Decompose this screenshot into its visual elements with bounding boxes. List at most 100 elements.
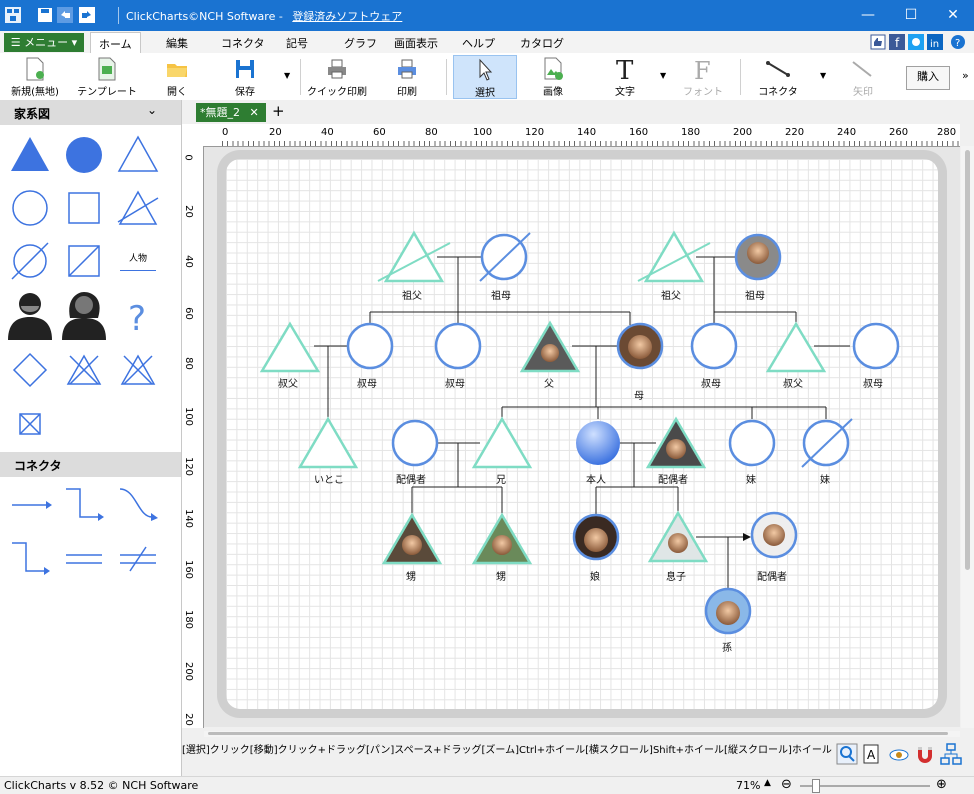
- vertical-scrollbar[interactable]: [961, 146, 974, 728]
- canvas-area[interactable]: 祖父 祖母 祖父 祖母 叔父 叔母 叔母 父 母 叔母 叔父 叔母 いとこ 配偶…: [204, 147, 960, 727]
- person-father[interactable]: 父: [519, 320, 581, 390]
- deceased-square-shape[interactable]: [62, 239, 106, 283]
- chevron-down-icon[interactable]: ⌄: [147, 103, 157, 117]
- person-label-shape[interactable]: 人物: [116, 245, 160, 277]
- filled-triangle-shape[interactable]: [8, 133, 52, 177]
- person-daughter[interactable]: 娘: [572, 513, 620, 583]
- text-button[interactable]: T 文字: [602, 55, 648, 99]
- help-icon[interactable]: ?: [950, 34, 966, 50]
- person-aunt-3[interactable]: 叔母: [690, 322, 738, 390]
- person-sister-2[interactable]: 妹: [801, 418, 853, 486]
- filled-circle-shape[interactable]: [62, 133, 106, 177]
- tab-symbol[interactable]: 記号: [286, 35, 308, 51]
- zoom-out-icon[interactable]: ⊖: [781, 777, 792, 792]
- square-shape[interactable]: [62, 186, 106, 230]
- registered-link[interactable]: 登録済みソフトウェア: [292, 10, 402, 23]
- person-son[interactable]: 息子: [647, 510, 709, 583]
- person-nephew-1[interactable]: 甥: [381, 512, 443, 583]
- person-brother[interactable]: 兄: [471, 416, 533, 486]
- tab-graph[interactable]: グラフ: [344, 35, 377, 51]
- select-tool-button[interactable]: 選択: [453, 55, 517, 99]
- divorce-line-connector[interactable]: [116, 537, 160, 581]
- facebook-icon[interactable]: f: [889, 34, 905, 50]
- save-dropdown-icon[interactable]: ▼: [284, 71, 290, 80]
- twitter-icon[interactable]: [908, 34, 924, 50]
- zoom-search-icon[interactable]: [836, 743, 858, 765]
- template-button[interactable]: テンプレート: [76, 55, 138, 99]
- save-icon[interactable]: [36, 6, 54, 24]
- male-avatar-shape[interactable]: [4, 288, 56, 340]
- person-grandfather-2[interactable]: 祖父: [637, 230, 711, 302]
- buy-button[interactable]: 購入: [906, 66, 950, 90]
- stillbirth-triangle-shape[interactable]: [62, 348, 106, 392]
- open-button[interactable]: 開く: [154, 55, 200, 99]
- scroll-thumb[interactable]: [965, 150, 970, 570]
- family-tree-diagram[interactable]: 祖父 祖母 祖父 祖母 叔父 叔母 叔母 父 母 叔母 叔父 叔母 いとこ 配偶…: [204, 147, 960, 727]
- circle-shape[interactable]: [8, 186, 52, 230]
- add-tab-button[interactable]: +: [272, 102, 285, 120]
- tab-view[interactable]: 画面表示: [394, 35, 438, 51]
- double-line-connector[interactable]: [62, 537, 106, 581]
- deceased-circle-shape[interactable]: [8, 239, 52, 283]
- like-icon[interactable]: [870, 34, 886, 50]
- person-grandmother-1[interactable]: 祖母: [479, 232, 531, 302]
- person-grandchild[interactable]: 孫: [704, 587, 752, 654]
- connector-button[interactable]: コネクタ: [752, 55, 804, 99]
- close-button[interactable]: ✕: [930, 0, 974, 31]
- text-frame-icon[interactable]: A: [862, 743, 884, 765]
- document-tab[interactable]: *無題_2 ✕: [196, 103, 266, 122]
- crossed-triangle-shape[interactable]: [116, 348, 160, 392]
- horizontal-scroll-thumb[interactable]: [208, 732, 948, 735]
- tab-connector[interactable]: コネクタ: [221, 35, 265, 51]
- person-mother[interactable]: 母: [616, 322, 664, 402]
- quick-print-button[interactable]: クイック印刷: [306, 55, 368, 99]
- elbow-arrow-connector[interactable]: [62, 483, 106, 527]
- person-uncle-1[interactable]: 叔父: [259, 321, 321, 390]
- person-uncle-2[interactable]: 叔父: [765, 321, 827, 390]
- person-son-spouse[interactable]: 配偶者: [750, 511, 798, 583]
- layout-tree-icon[interactable]: [940, 743, 962, 765]
- connector-header[interactable]: コネクタ: [0, 452, 181, 477]
- close-tab-icon[interactable]: ✕: [250, 106, 259, 119]
- save-button[interactable]: 保存: [222, 55, 268, 99]
- zoom-slider-thumb[interactable]: [812, 779, 820, 793]
- menu-button[interactable]: ☰ メニュー ▾: [4, 33, 84, 52]
- elbow-down-connector[interactable]: [8, 537, 52, 581]
- connector-dropdown-icon[interactable]: ▼: [820, 71, 826, 80]
- tab-edit[interactable]: 編集: [166, 35, 188, 51]
- female-avatar-shape[interactable]: [58, 288, 110, 340]
- maximize-button[interactable]: ☐: [888, 0, 934, 31]
- crossed-square-shape[interactable]: [8, 402, 52, 446]
- diamond-shape[interactable]: [8, 348, 52, 392]
- zoom-menu-icon[interactable]: ▲: [764, 778, 771, 788]
- person-grandfather-1[interactable]: 祖父: [377, 230, 451, 302]
- new-button[interactable]: 新規(無地): [4, 55, 66, 99]
- eye-icon[interactable]: [888, 743, 910, 765]
- triangle-shape[interactable]: [116, 133, 160, 177]
- tab-home[interactable]: ホーム: [90, 32, 141, 53]
- image-button[interactable]: 画像: [530, 55, 576, 99]
- straight-arrow-connector[interactable]: [8, 483, 52, 527]
- text-dropdown-icon[interactable]: ▼: [660, 71, 666, 80]
- person-sister-1[interactable]: 妹: [728, 419, 776, 486]
- tab-help[interactable]: ヘルプ: [462, 35, 495, 51]
- tab-catalog[interactable]: カタログ: [520, 35, 564, 51]
- redo-icon[interactable]: [78, 6, 96, 24]
- person-grandmother-2[interactable]: 祖母: [734, 233, 782, 302]
- person-self[interactable]: 本人: [576, 421, 620, 486]
- deceased-triangle-shape[interactable]: [116, 186, 160, 230]
- linkedin-icon[interactable]: in: [927, 34, 943, 50]
- person-aunt-4[interactable]: 叔母: [852, 322, 900, 390]
- family-tree-header[interactable]: 家系図 ⌄: [0, 100, 181, 125]
- horizontal-scrollbar[interactable]: [204, 731, 960, 737]
- curved-arrow-connector[interactable]: [116, 483, 160, 527]
- person-spouse[interactable]: 配偶者: [645, 416, 707, 486]
- person-aunt-1[interactable]: 叔母: [346, 322, 394, 390]
- person-brother-spouse[interactable]: 配偶者: [391, 419, 439, 486]
- magnet-icon[interactable]: [914, 743, 936, 765]
- undo-icon[interactable]: [56, 6, 74, 24]
- print-button[interactable]: 印刷: [384, 55, 430, 99]
- more-chevron-icon[interactable]: »: [962, 69, 969, 82]
- person-cousin[interactable]: いとこ: [297, 416, 359, 486]
- minimize-button[interactable]: —: [845, 0, 891, 31]
